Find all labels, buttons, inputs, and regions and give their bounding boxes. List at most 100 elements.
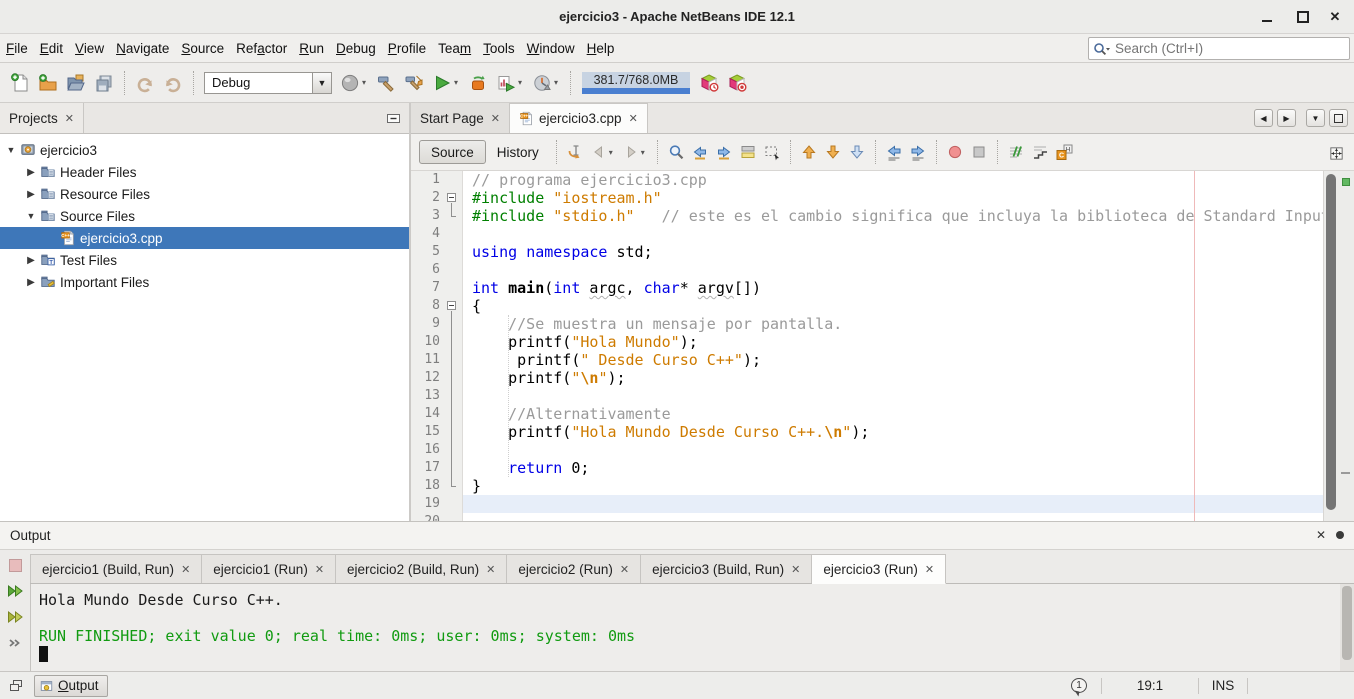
close-icon[interactable]: ✕ <box>486 563 495 576</box>
menu-tools[interactable]: Tools <box>477 34 521 63</box>
chevron-down-icon[interactable]: ▾ <box>554 78 562 87</box>
minimize-panel-icon[interactable] <box>386 111 401 126</box>
close-icon[interactable]: ✕ <box>925 563 934 576</box>
close-icon[interactable] <box>1326 8 1344 26</box>
set-configuration-icon[interactable] <box>336 69 364 97</box>
redo-icon[interactable] <box>159 69 187 97</box>
code-line[interactable]: //Se muestra un mensaje por pantalla. <box>464 315 1323 333</box>
menu-view[interactable]: View <box>69 34 110 63</box>
run-project-icon[interactable] <box>428 69 456 97</box>
code-line[interactable]: using namespace std; <box>464 243 1323 261</box>
rectangular-selection-icon[interactable] <box>760 140 784 164</box>
close-icon[interactable]: ✕ <box>620 563 629 576</box>
debug-project-icon[interactable] <box>464 69 492 97</box>
profile-project-icon[interactable] <box>492 69 520 97</box>
close-icon[interactable]: ✕ <box>181 563 190 576</box>
maximize-icon[interactable] <box>1294 8 1312 26</box>
code-line[interactable] <box>464 441 1323 459</box>
collapse-fold-icon[interactable] <box>447 301 456 310</box>
uncomment-icon[interactable] <box>1028 140 1052 164</box>
forward-icon[interactable] <box>619 140 643 164</box>
close-icon[interactable]: ✕ <box>65 112 74 125</box>
history-view-button[interactable]: History <box>486 140 550 164</box>
menu-edit[interactable]: Edit <box>34 34 69 63</box>
menu-debug[interactable]: Debug <box>330 34 382 63</box>
maximize-window-icon[interactable] <box>1329 109 1348 127</box>
new-project-icon[interactable] <box>34 69 62 97</box>
tree-item-source-files[interactable]: ▼Source Files <box>0 205 409 227</box>
stop-button[interactable] <box>4 554 26 576</box>
menu-navigate[interactable]: Navigate <box>110 34 175 63</box>
chevron-down-icon[interactable]: ▾ <box>641 148 649 157</box>
chevron-down-icon[interactable]: ▼ <box>312 72 332 94</box>
code-line[interactable]: printf("Hola Mundo"); <box>464 333 1323 351</box>
code-line[interactable] <box>464 495 1323 513</box>
menu-refactor[interactable]: Refactor <box>230 34 293 63</box>
minimize-dot-icon[interactable] <box>1336 531 1344 539</box>
scroll-tabs-right-icon[interactable]: ▶ <box>1277 109 1296 127</box>
code-line[interactable]: //Alternativamente <box>464 405 1323 423</box>
previous-bookmark-icon[interactable] <box>797 140 821 164</box>
source-view-button[interactable]: Source <box>419 140 486 164</box>
expand-icon[interactable]: ▶ <box>24 189 38 200</box>
menu-run[interactable]: Run <box>293 34 330 63</box>
start-macro-recording-icon[interactable] <box>943 140 967 164</box>
menu-file[interactable]: File <box>0 34 34 63</box>
error-stripe[interactable] <box>1338 171 1354 521</box>
find-selection-icon[interactable] <box>664 140 688 164</box>
code-line[interactable]: #include "iostream.h" <box>464 189 1323 207</box>
chevron-down-icon[interactable]: ▾ <box>362 78 370 87</box>
chevron-down-icon[interactable]: ▾ <box>454 78 462 87</box>
stop-macro-recording-icon[interactable] <box>967 140 991 164</box>
close-icon[interactable]: ✕ <box>315 563 324 576</box>
expand-icon[interactable]: ▶ <box>24 277 38 288</box>
rerun-alt-button[interactable] <box>4 606 26 628</box>
memory-meter-button[interactable]: 381.7/768.0MB <box>582 72 690 94</box>
collapse-icon[interactable]: ▼ <box>24 211 38 221</box>
back-icon[interactable] <box>587 140 611 164</box>
find-previous-icon[interactable] <box>688 140 712 164</box>
output-tab-ejercicio1-run-[interactable]: ejercicio1 (Run)✕ <box>202 554 336 583</box>
search-icon[interactable] <box>1089 42 1115 56</box>
last-edit-location-icon[interactable] <box>563 140 587 164</box>
output-tab-ejercicio1-build-run-[interactable]: ejercicio1 (Build, Run)✕ <box>30 554 202 583</box>
document-list-icon[interactable]: ▼ <box>1306 109 1325 127</box>
restore-window-group-icon[interactable] <box>8 678 24 694</box>
menu-profile[interactable]: Profile <box>382 34 432 63</box>
find-next-icon[interactable] <box>712 140 736 164</box>
close-icon[interactable]: ✕ <box>1316 528 1326 542</box>
save-all-icon[interactable] <box>90 69 118 97</box>
next-bookmark-icon[interactable] <box>821 140 845 164</box>
tree-item-ejercicio3-cpp[interactable]: C++ejercicio3.cpp <box>0 227 409 249</box>
output-console[interactable]: Hola Mundo Desde Curso C++. RUN FINISHED… <box>30 584 1354 671</box>
quick-search[interactable] <box>1088 37 1350 60</box>
scrollbar-thumb[interactable] <box>1342 586 1352 660</box>
tree-item-header-files[interactable]: ▶Header Files <box>0 161 409 183</box>
profile-gauge-icon[interactable] <box>528 69 556 97</box>
close-icon[interactable]: ✕ <box>491 112 500 125</box>
search-input[interactable] <box>1115 41 1349 56</box>
output-tab-ejercicio2-build-run-[interactable]: ejercicio2 (Build, Run)✕ <box>336 554 507 583</box>
output-tab-ejercicio3-build-run-[interactable]: ejercicio3 (Build, Run)✕ <box>641 554 812 583</box>
code-line[interactable]: printf("Hola Mundo Desde Curso C++.\n"); <box>464 423 1323 441</box>
profile-points-clock-icon[interactable] <box>695 69 723 97</box>
tab-ejercicio3-cpp[interactable]: C++ejercicio3.cpp✕ <box>510 103 648 133</box>
go-to-header-source-icon[interactable]: HC <box>1052 140 1076 164</box>
collapse-fold-icon[interactable] <box>447 193 456 202</box>
toggle-bookmark-icon[interactable] <box>845 140 869 164</box>
tree-item-test-files[interactable]: ▶TTest Files <box>0 249 409 271</box>
expand-icon[interactable]: ▶ <box>24 167 38 178</box>
rerun-button[interactable] <box>4 580 26 602</box>
editor-vertical-scrollbar[interactable] <box>1323 171 1338 521</box>
code-line[interactable] <box>464 225 1323 243</box>
comment-icon[interactable] <box>1004 140 1028 164</box>
collapse-icon[interactable]: ▼ <box>4 145 18 155</box>
code-line[interactable]: return 0; <box>464 459 1323 477</box>
menu-source[interactable]: Source <box>175 34 230 63</box>
code-line[interactable]: #include "stdio.h" // este es el cambio … <box>464 207 1323 225</box>
close-icon[interactable]: ✕ <box>629 112 638 125</box>
output-tab-ejercicio3-run-[interactable]: ejercicio3 (Run)✕ <box>812 554 946 584</box>
code-line[interactable]: } <box>464 477 1323 495</box>
project-configuration-select[interactable]: Debug▼ <box>204 72 332 94</box>
chevron-down-icon[interactable]: ▾ <box>518 78 526 87</box>
